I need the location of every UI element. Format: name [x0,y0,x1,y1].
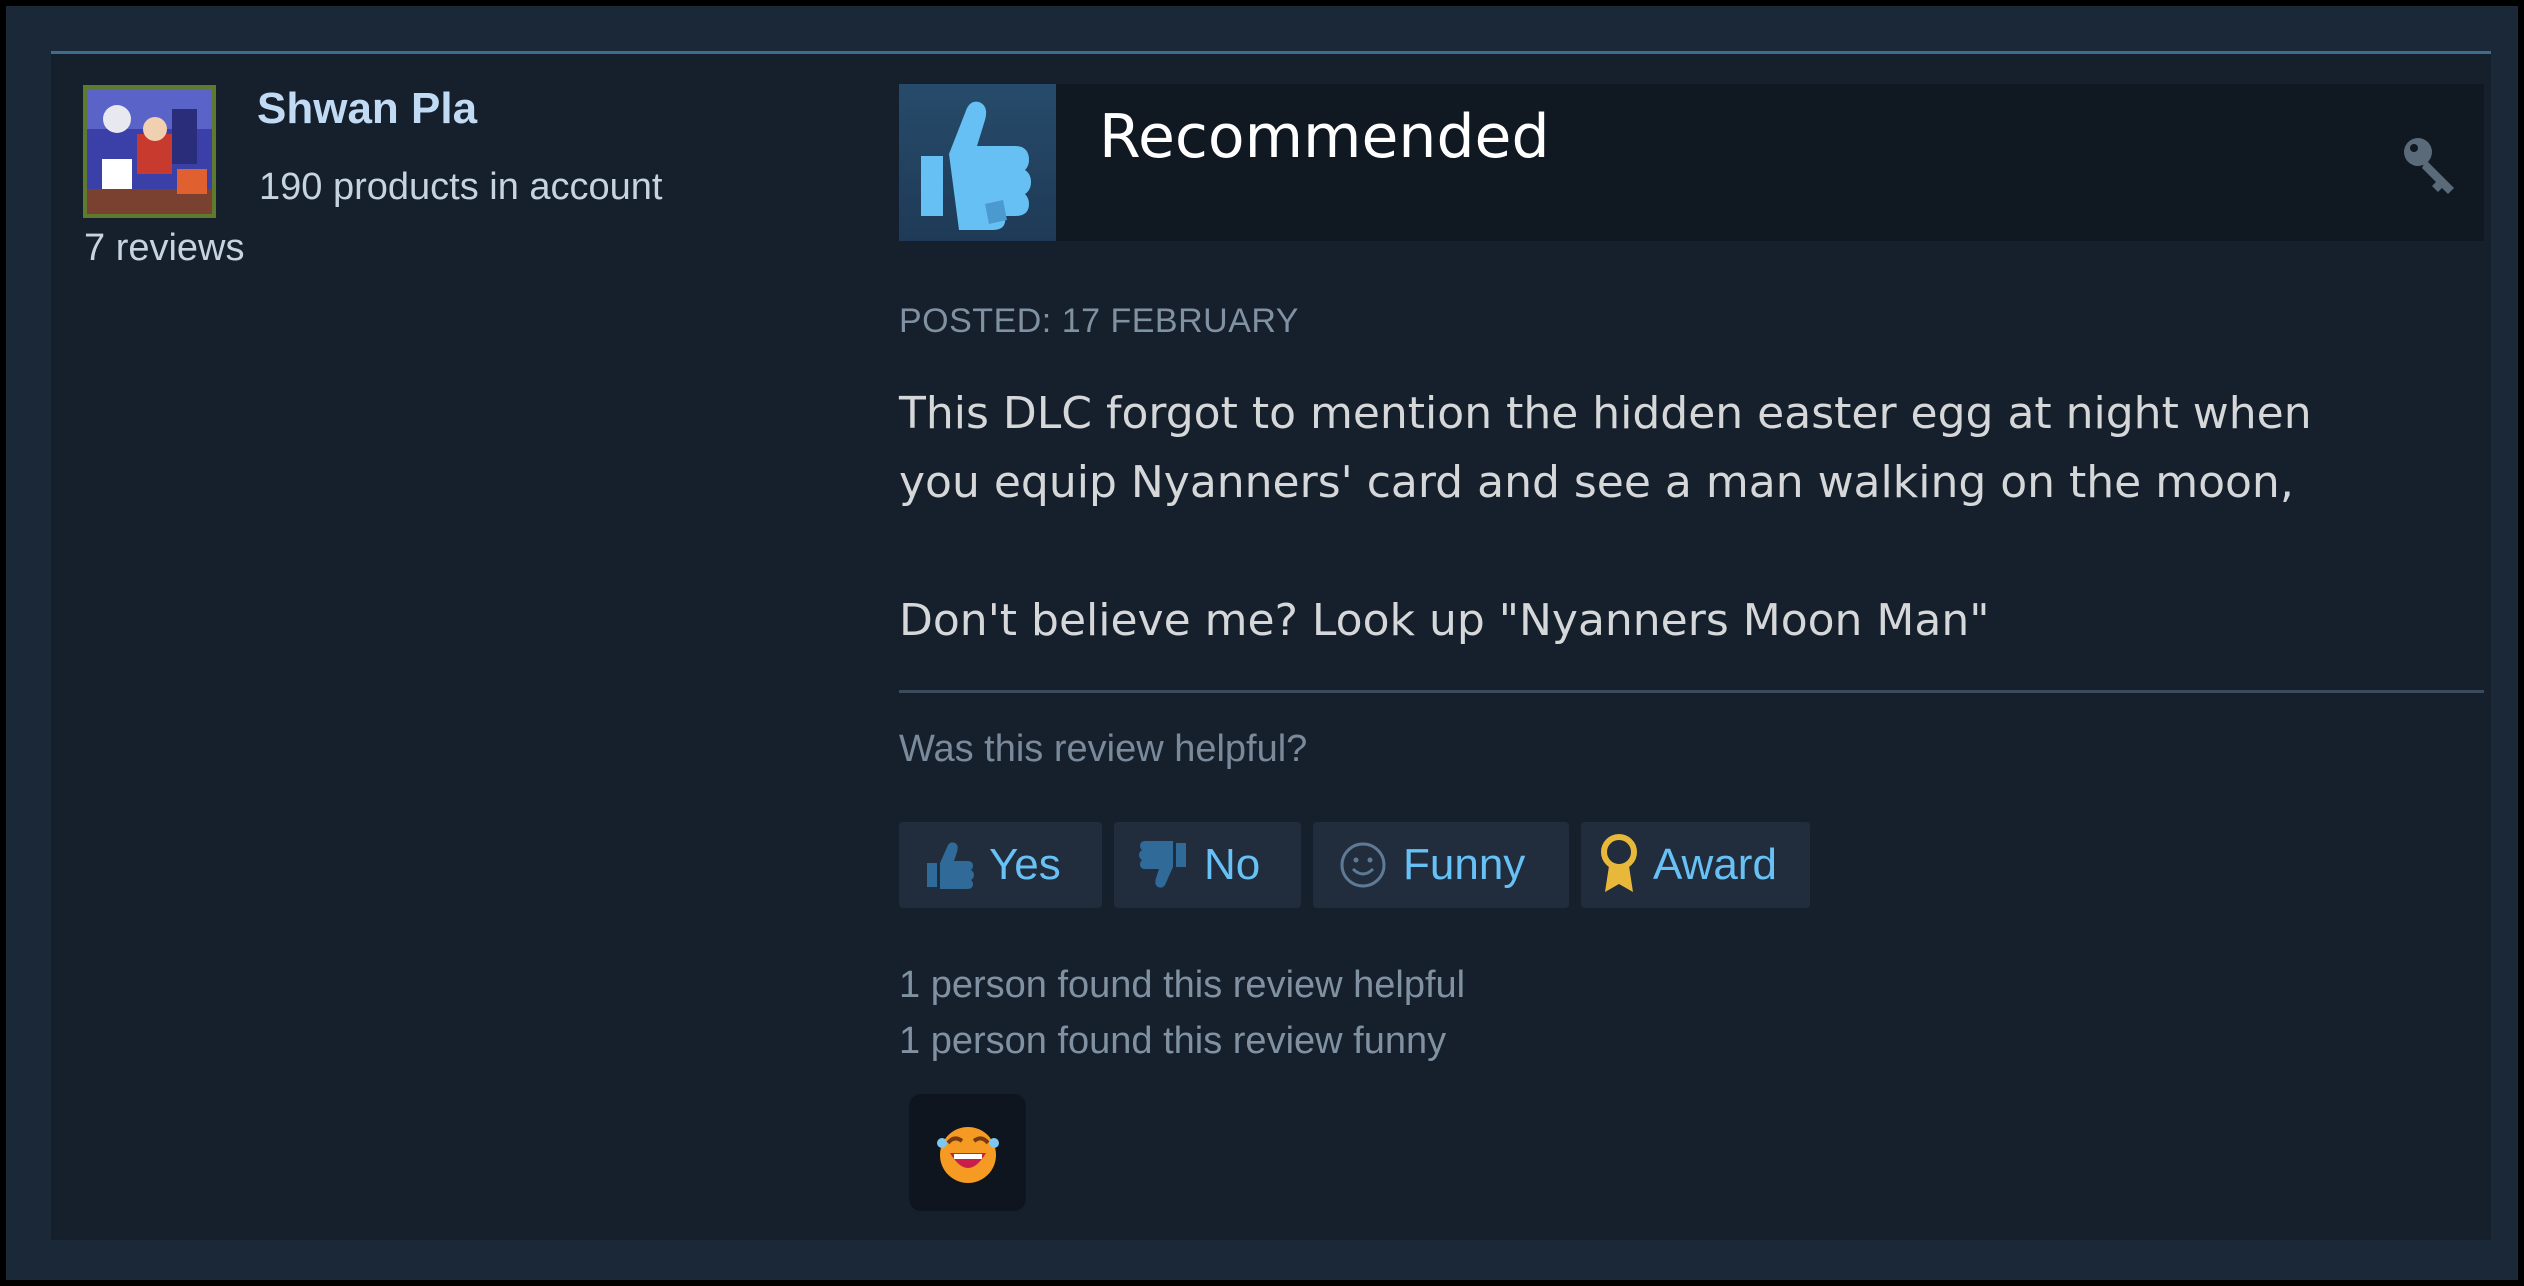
key-icon [2404,138,2454,194]
reviewer-name[interactable]: Shwan Pla [257,84,477,134]
laughing-face-icon[interactable] [909,1094,1026,1211]
thumbs-up-icon [927,842,974,889]
review-card: Shwan Pla 190 products in account 7 revi… [51,51,2491,1240]
avatar[interactable] [83,85,216,218]
award-ribbon-icon [1601,834,1637,892]
products-count[interactable]: 190 products in account [259,166,663,209]
no-label: No [1204,840,1261,889]
yes-label: Yes [989,840,1061,889]
helpful-count: 1 person found this review helpful [899,964,1466,1006]
thumbs-up-icon [899,84,1056,241]
funny-button[interactable]: Funny [1313,822,1569,908]
funny-count: 1 person found this review funny [899,1020,1447,1062]
review-body: This DLC forgot to mention the hidden ea… [899,388,2312,646]
verdict-title: Recommended [1099,102,1550,172]
posted-date: POSTED: 17 FEBRUARY [899,302,1299,340]
award-button[interactable]: Award [1581,822,1810,908]
no-button[interactable]: No [1114,822,1301,908]
avatar-image [87,89,212,214]
divider [899,690,2484,693]
smiley-icon [1340,842,1386,888]
page-frame: Shwan Pla 190 products in account 7 revi… [0,0,2524,1286]
yes-button[interactable]: Yes [899,822,1102,908]
verdict-header[interactable]: Recommended [899,84,2484,241]
reviews-count[interactable]: 7 reviews [84,227,245,270]
thumbs-down-icon [1139,841,1186,888]
helpful-question: Was this review helpful? [899,728,1308,770]
award-label: Award [1653,840,1777,889]
funny-label: Funny [1403,840,1526,889]
